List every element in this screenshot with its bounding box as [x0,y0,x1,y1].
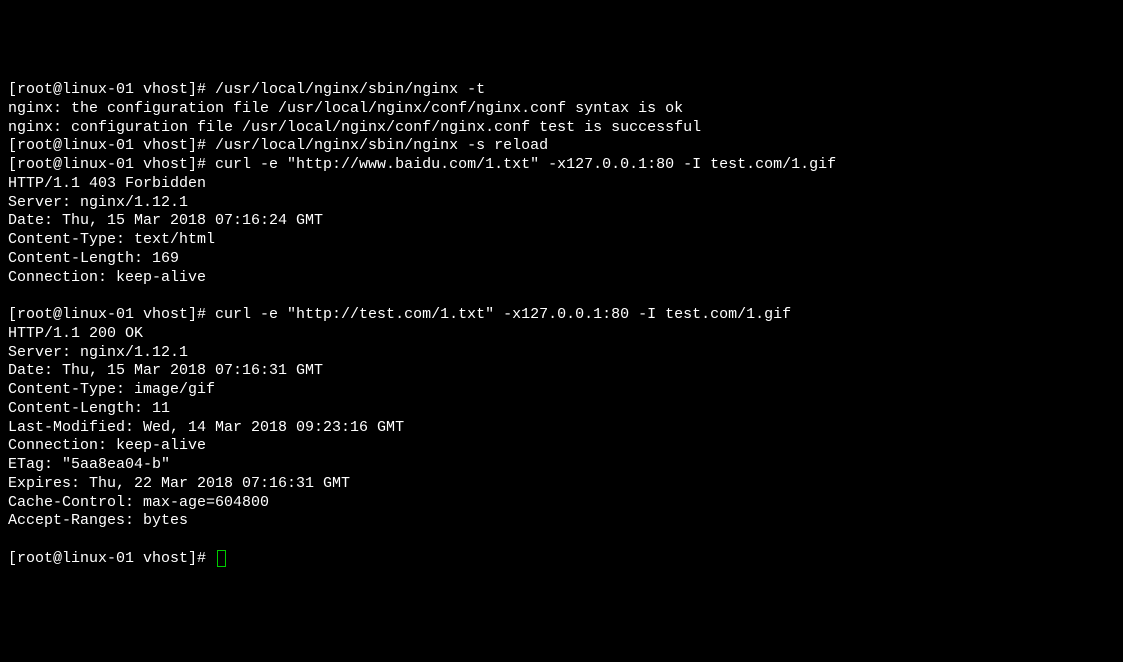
terminal-prompt: [root@linux-01 vhost]# [8,550,215,567]
terminal-prompt-line[interactable]: [root@linux-01 vhost]# [8,550,1115,569]
terminal-line: Server: nginx/1.12.1 [8,194,1115,213]
terminal-line: Content-Type: text/html [8,231,1115,250]
terminal-line: Date: Thu, 15 Mar 2018 07:16:31 GMT [8,362,1115,381]
terminal-line: Content-Length: 169 [8,250,1115,269]
terminal-line: HTTP/1.1 200 OK [8,325,1115,344]
terminal-line: nginx: the configuration file /usr/local… [8,100,1115,119]
terminal-line: Connection: keep-alive [8,437,1115,456]
terminal-line: [root@linux-01 vhost]# curl -e "http://t… [8,306,1115,325]
terminal-line: Last-Modified: Wed, 14 Mar 2018 09:23:16… [8,419,1115,438]
terminal-line [8,531,1115,550]
terminal-line: Connection: keep-alive [8,269,1115,288]
terminal-line: [root@linux-01 vhost]# /usr/local/nginx/… [8,137,1115,156]
cursor-icon [217,550,226,567]
terminal-line [8,287,1115,306]
terminal-line: nginx: configuration file /usr/local/ngi… [8,119,1115,138]
terminal-line: Cache-Control: max-age=604800 [8,494,1115,513]
terminal-line: [root@linux-01 vhost]# curl -e "http://w… [8,156,1115,175]
terminal-line: Expires: Thu, 22 Mar 2018 07:16:31 GMT [8,475,1115,494]
terminal-line: [root@linux-01 vhost]# /usr/local/nginx/… [8,81,1115,100]
terminal-line: ETag: "5aa8ea04-b" [8,456,1115,475]
terminal-window[interactable]: [root@linux-01 vhost]# /usr/local/nginx/… [8,81,1115,569]
terminal-line: Date: Thu, 15 Mar 2018 07:16:24 GMT [8,212,1115,231]
terminal-line: Content-Type: image/gif [8,381,1115,400]
terminal-line: HTTP/1.1 403 Forbidden [8,175,1115,194]
terminal-line: Content-Length: 11 [8,400,1115,419]
terminal-line: Accept-Ranges: bytes [8,512,1115,531]
terminal-line: Server: nginx/1.12.1 [8,344,1115,363]
